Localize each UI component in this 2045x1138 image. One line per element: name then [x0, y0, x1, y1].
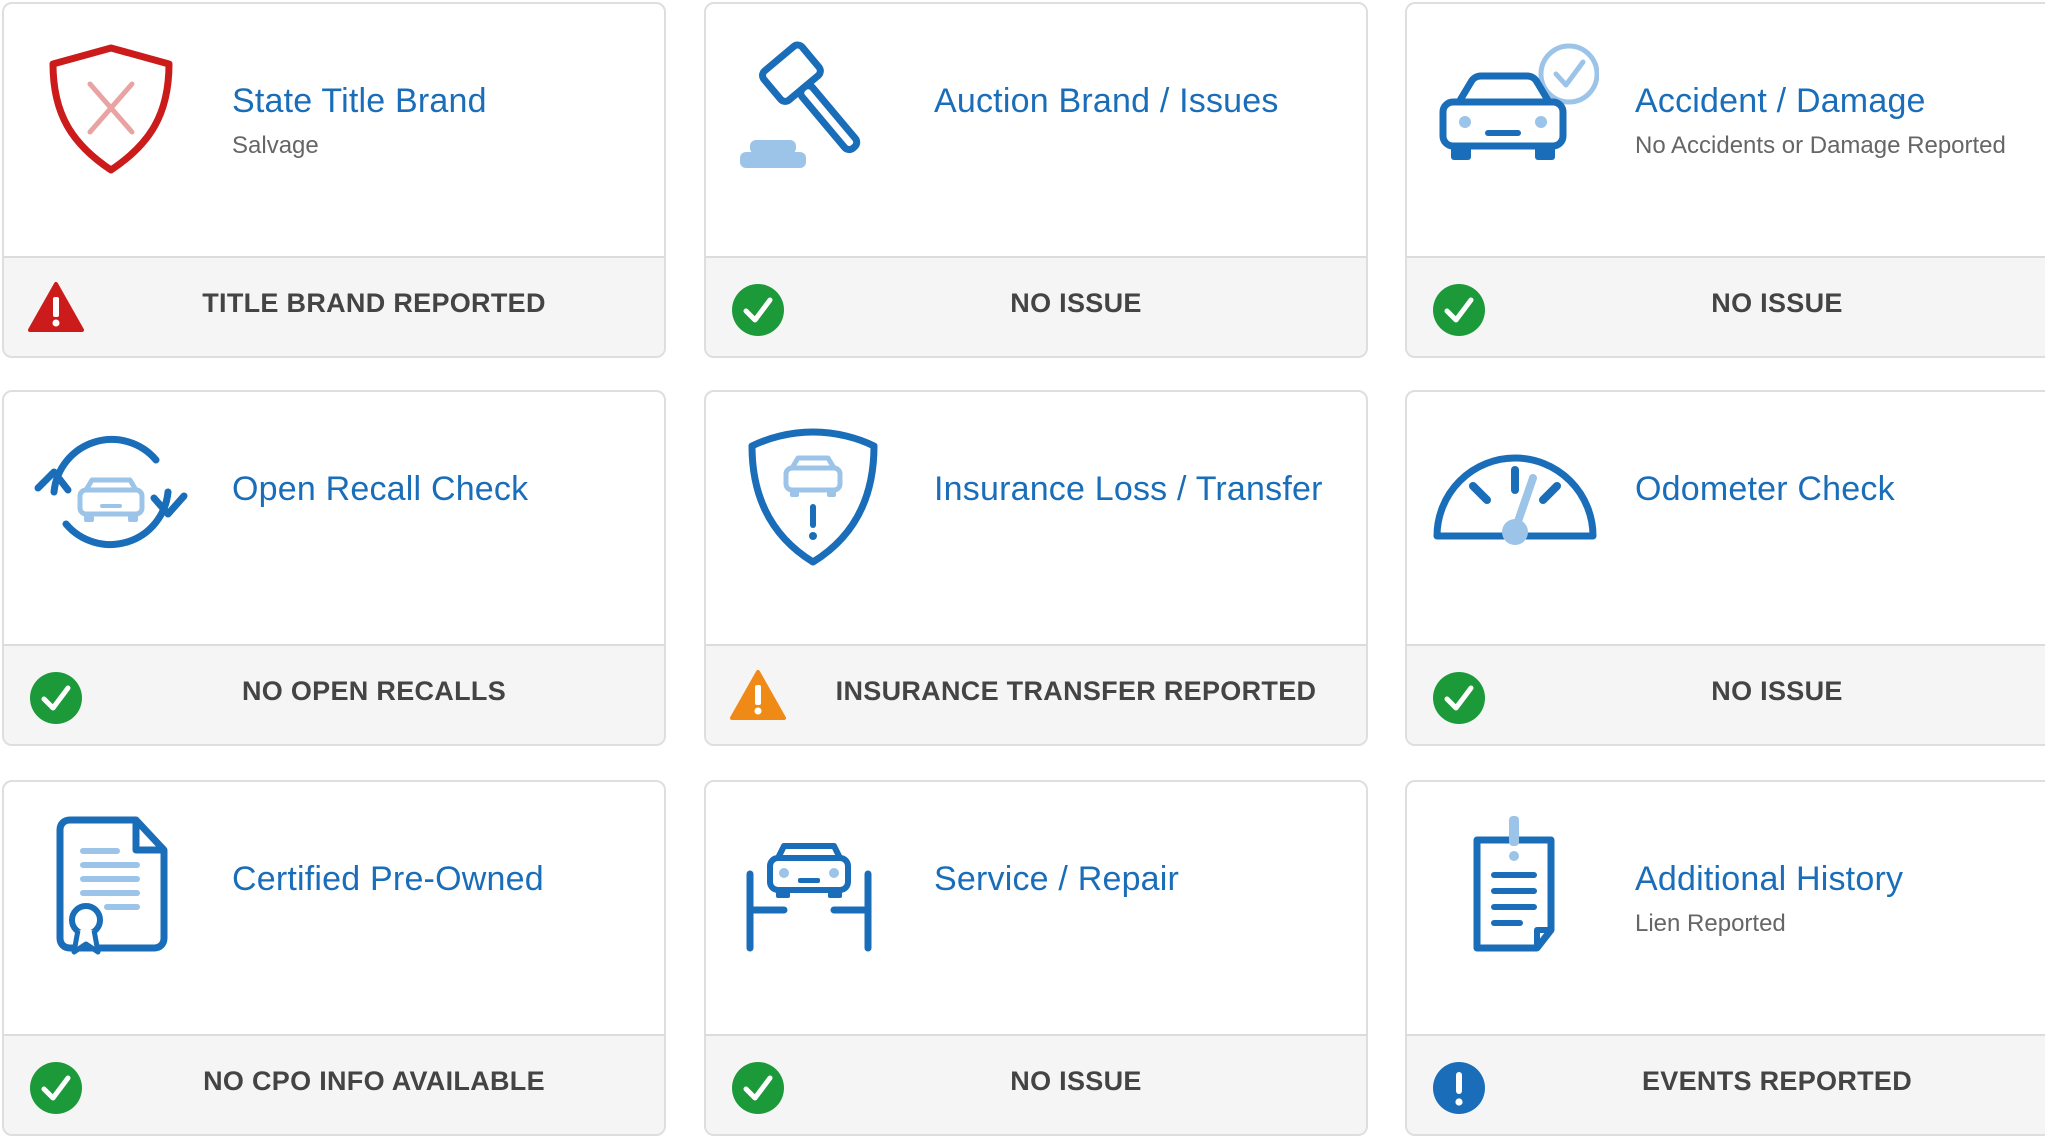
card-header: Certified Pre-Owned — [4, 782, 664, 1034]
card-status-bar: NO OPEN RECALLS — [4, 644, 664, 744]
card-service-repair[interactable]: Service / Repair NO ISSUE — [704, 780, 1368, 1136]
card-header: Odometer Check — [1407, 392, 2045, 644]
check-icon — [1431, 668, 1487, 724]
card-subtitle: Salvage — [232, 132, 319, 159]
vehicle-history-summary-grid: State Title Brand Salvage TITLE BRAND RE… — [0, 0, 2045, 1138]
info-blue-icon — [1431, 1058, 1487, 1114]
odometer-icon — [1429, 420, 1599, 570]
card-accident-damage[interactable]: Accident / Damage No Accidents or Damage… — [1405, 2, 2045, 358]
card-title: Service / Repair — [934, 860, 1180, 898]
check-icon — [28, 1058, 84, 1114]
card-title: State Title Brand — [232, 82, 487, 120]
card-open-recall-check[interactable]: Open Recall Check NO OPEN RECALLS — [2, 390, 666, 746]
card-header: Service / Repair — [706, 782, 1366, 1034]
status-label: NO CPO INFO AVAILABLE — [203, 1066, 545, 1096]
card-insurance-loss-transfer[interactable]: Insurance Loss / Transfer INSURANCE TRAN… — [704, 390, 1368, 746]
card-status-bar: NO ISSUE — [706, 256, 1366, 356]
card-auction-brand[interactable]: Auction Brand / Issues NO ISSUE — [704, 2, 1368, 358]
card-header: Insurance Loss / Transfer — [706, 392, 1366, 644]
card-certified-pre-owned[interactable]: Certified Pre-Owned NO CPO INFO AVAILABL… — [2, 780, 666, 1136]
card-status-bar: NO CPO INFO AVAILABLE — [4, 1034, 664, 1134]
certificate-document-icon — [26, 810, 196, 960]
card-title: Certified Pre-Owned — [232, 860, 544, 898]
clipboard-alert-icon — [1429, 810, 1599, 960]
shield-x-icon — [26, 32, 196, 182]
card-title: Auction Brand / Issues — [934, 82, 1279, 120]
card-status-bar: NO ISSUE — [706, 1034, 1366, 1134]
card-title: Open Recall Check — [232, 470, 529, 508]
status-label: NO ISSUE — [1010, 288, 1142, 318]
status-label: EVENTS REPORTED — [1641, 1066, 1913, 1096]
card-header: Additional History Lien Reported — [1407, 782, 2045, 1034]
status-label: NO ISSUE — [1010, 1066, 1142, 1096]
check-icon — [730, 1058, 786, 1114]
card-header: State Title Brand Salvage — [4, 4, 664, 256]
status-label: INSURANCE TRANSFER REPORTED — [835, 676, 1317, 706]
recall-cycle-icon — [26, 420, 196, 570]
status-label: NO ISSUE — [1711, 676, 1843, 706]
card-additional-history[interactable]: Additional History Lien Reported EVENTS … — [1405, 780, 2045, 1136]
card-title: Odometer Check — [1635, 470, 1895, 508]
card-state-title-brand[interactable]: State Title Brand Salvage TITLE BRAND RE… — [2, 2, 666, 358]
card-status-bar: INSURANCE TRANSFER REPORTED — [706, 644, 1366, 744]
card-title: Insurance Loss / Transfer — [934, 470, 1323, 508]
car-check-icon — [1429, 32, 1599, 182]
card-title: Additional History — [1635, 860, 1904, 898]
status-label: NO OPEN RECALLS — [241, 676, 507, 706]
card-header: Auction Brand / Issues — [706, 4, 1366, 256]
warning-orange-icon — [730, 668, 786, 724]
card-status-bar: NO ISSUE — [1407, 256, 2045, 356]
card-title: Accident / Damage — [1635, 82, 1926, 120]
insurance-shield-icon — [728, 420, 898, 570]
check-icon — [28, 668, 84, 724]
check-icon — [1431, 280, 1487, 336]
warning-red-icon — [28, 280, 84, 336]
check-icon — [730, 280, 786, 336]
card-status-bar: NO ISSUE — [1407, 644, 2045, 744]
gavel-icon — [728, 32, 898, 182]
card-status-bar: TITLE BRAND REPORTED — [4, 256, 664, 356]
status-label: NO ISSUE — [1711, 288, 1843, 318]
card-subtitle: No Accidents or Damage Reported — [1635, 132, 2006, 159]
card-header: Open Recall Check — [4, 392, 664, 644]
status-label: TITLE BRAND REPORTED — [202, 288, 546, 318]
card-header: Accident / Damage No Accidents or Damage… — [1407, 4, 2045, 256]
card-subtitle: Lien Reported — [1635, 910, 1786, 937]
card-status-bar: EVENTS REPORTED — [1407, 1034, 2045, 1134]
car-lift-icon — [728, 810, 898, 960]
card-odometer-check[interactable]: Odometer Check NO ISSUE — [1405, 390, 2045, 746]
